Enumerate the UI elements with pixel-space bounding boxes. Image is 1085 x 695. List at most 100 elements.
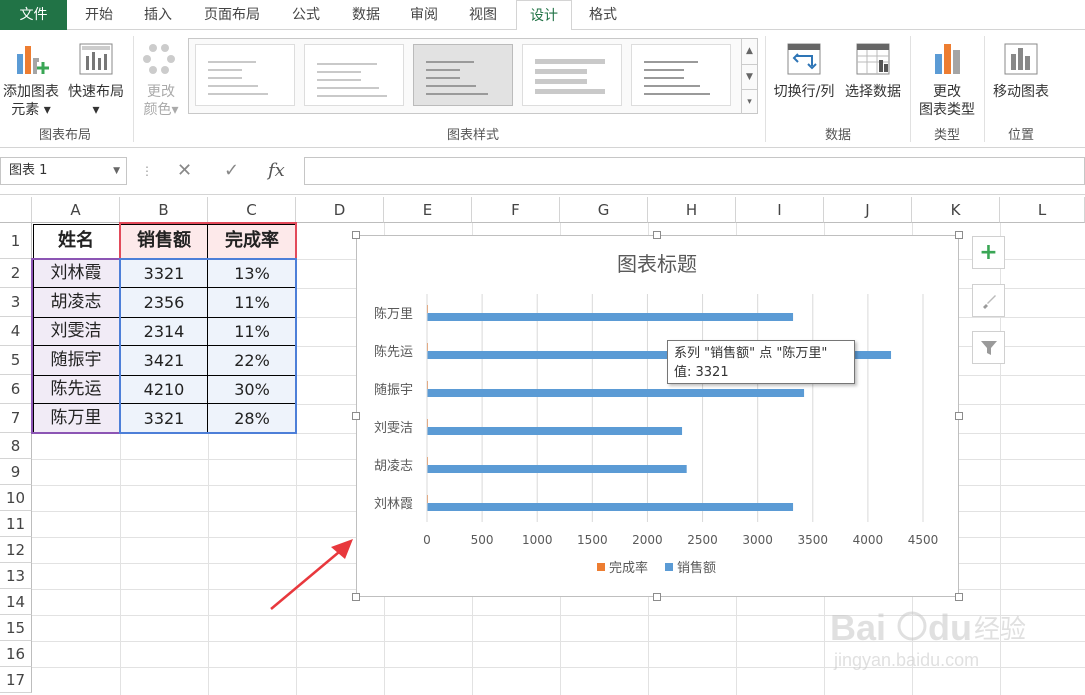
table-cell[interactable]: 随振宇: [32, 346, 120, 375]
x-tick-label: 0: [423, 533, 431, 547]
chart-style-4[interactable]: [522, 44, 622, 106]
x-tick-label: 1500: [577, 533, 608, 547]
table-cell[interactable]: 22%: [208, 346, 296, 375]
quick-layout-button[interactable]: 快速布局 ▾: [64, 40, 128, 119]
row-header-4[interactable]: 4: [0, 317, 32, 346]
category-label: 胡凌志: [374, 459, 413, 474]
cancel-icon[interactable]: ✕: [177, 157, 192, 185]
chart-styles-brush-icon[interactable]: [972, 284, 1005, 317]
chart-styles-gallery: ▲ ▼ ▾: [188, 38, 758, 114]
table-cell[interactable]: 刘林霞: [32, 259, 120, 288]
table-header-sales[interactable]: 销售额: [120, 223, 208, 259]
row-header-13[interactable]: 13: [0, 563, 32, 589]
row-header-16[interactable]: 16: [0, 641, 32, 667]
column-header-e[interactable]: E: [384, 197, 472, 223]
column-header-h[interactable]: H: [648, 197, 736, 223]
table-cell[interactable]: 胡凌志: [32, 288, 120, 317]
column-header-d[interactable]: D: [296, 197, 384, 223]
tab-view[interactable]: 视图: [456, 0, 510, 30]
tab-insert[interactable]: 插入: [130, 0, 186, 30]
gallery-scroll-up-icon[interactable]: ▲: [741, 39, 757, 64]
chart-filter-icon[interactable]: [972, 331, 1005, 364]
row-header-2[interactable]: 2: [0, 259, 32, 288]
row-header-3[interactable]: 3: [0, 288, 32, 317]
resize-handle[interactable]: [955, 412, 963, 420]
row-header-12[interactable]: 12: [0, 537, 32, 563]
tab-review[interactable]: 审阅: [398, 0, 450, 30]
row-header-7[interactable]: 7: [0, 404, 32, 433]
table-cell[interactable]: 2356: [120, 288, 208, 317]
row-header-6[interactable]: 6: [0, 375, 32, 404]
select-all-corner[interactable]: [0, 197, 32, 223]
resize-handle[interactable]: [352, 231, 360, 239]
row-header-15[interactable]: 15: [0, 615, 32, 641]
tab-design[interactable]: 设计: [516, 0, 572, 31]
chart-style-5[interactable]: [631, 44, 731, 106]
column-header-b[interactable]: B: [120, 197, 208, 223]
tab-home[interactable]: 开始: [72, 0, 126, 30]
table-cell[interactable]: 3321: [120, 259, 208, 288]
chart-style-3[interactable]: [413, 44, 513, 106]
resize-handle[interactable]: [653, 593, 661, 601]
row-header-9[interactable]: 9: [0, 459, 32, 485]
column-header-f[interactable]: F: [472, 197, 560, 223]
table-cell[interactable]: 3321: [120, 404, 208, 433]
table-cell[interactable]: 4210: [120, 375, 208, 404]
formula-input[interactable]: [304, 157, 1085, 185]
tab-page-layout[interactable]: 页面布局: [192, 0, 272, 30]
table-header-completion[interactable]: 完成率: [208, 223, 296, 259]
switch-row-column-button[interactable]: 切换行/列: [768, 40, 840, 101]
gallery-scroll-down-icon[interactable]: ▼: [741, 64, 757, 89]
change-chart-type-button[interactable]: 更改 图表类型: [912, 40, 982, 119]
row-header-10[interactable]: 10: [0, 485, 32, 511]
table-cell[interactable]: 陈先运: [32, 375, 120, 404]
row-header-8[interactable]: 8: [0, 433, 32, 459]
chart-style-2[interactable]: [304, 44, 404, 106]
change-color-label-2: 颜色▾: [143, 102, 179, 118]
column-header-a[interactable]: A: [32, 197, 120, 223]
row-header-1[interactable]: 1: [0, 223, 32, 259]
row-header-5[interactable]: 5: [0, 346, 32, 375]
resize-handle[interactable]: [653, 231, 661, 239]
column-header-g[interactable]: G: [560, 197, 648, 223]
chevron-down-icon[interactable]: ▼: [113, 158, 120, 184]
table-cell[interactable]: 2314: [120, 317, 208, 346]
select-data-button[interactable]: 选择数据: [840, 40, 906, 101]
row-header-14[interactable]: 14: [0, 589, 32, 615]
tab-formulas[interactable]: 公式: [280, 0, 332, 30]
table-cell[interactable]: 刘雯洁: [32, 317, 120, 346]
chart-plot[interactable]: 图表标题 0 500 1000 1500 2000 2500 3000 3500 4000 4500…: [357, 236, 958, 596]
tab-file[interactable]: 文件: [0, 0, 67, 30]
resize-handle[interactable]: [352, 412, 360, 420]
enter-icon[interactable]: ✓: [224, 157, 239, 185]
add-chart-element-button[interactable]: 添加图表 元素 ▾: [0, 40, 62, 119]
name-box[interactable]: 图表 1 ▼: [0, 157, 127, 185]
column-header-c[interactable]: C: [208, 197, 296, 223]
chart-elements-plus-icon[interactable]: +: [972, 236, 1005, 269]
table-header-name[interactable]: 姓名: [32, 223, 120, 259]
column-header-k[interactable]: K: [912, 197, 1000, 223]
bar-chart[interactable]: 图表标题 0 500 1000 1500 2000 2500 3000 3500 4000 4500…: [356, 235, 959, 597]
insert-function-icon[interactable]: fx: [268, 157, 285, 185]
row-header-11[interactable]: 11: [0, 511, 32, 537]
change-color-button[interactable]: 更改 颜色▾: [138, 40, 184, 119]
move-chart-button[interactable]: 移动图表: [986, 40, 1056, 101]
row-header-17[interactable]: 17: [0, 667, 32, 693]
table-cell[interactable]: 28%: [208, 404, 296, 433]
column-header-l[interactable]: L: [1000, 197, 1085, 223]
tab-format[interactable]: 格式: [576, 0, 630, 30]
table-cell[interactable]: 13%: [208, 259, 296, 288]
table-cell[interactable]: 陈万里: [32, 404, 120, 433]
gallery-more-icon[interactable]: ▾: [741, 89, 757, 114]
tab-data[interactable]: 数据: [338, 0, 394, 30]
chart-style-1[interactable]: [195, 44, 295, 106]
table-cell[interactable]: 30%: [208, 375, 296, 404]
ribbon-tabs: 文件 开始 插入 页面布局 公式 数据 审阅 视图 设计 格式: [0, 0, 1085, 31]
column-header-i[interactable]: I: [736, 197, 824, 223]
table-cell[interactable]: 3421: [120, 346, 208, 375]
table-cell[interactable]: 11%: [208, 317, 296, 346]
table-cell[interactable]: 11%: [208, 288, 296, 317]
x-tick-label: 3500: [798, 533, 829, 547]
resize-handle[interactable]: [955, 231, 963, 239]
column-header-j[interactable]: J: [824, 197, 912, 223]
